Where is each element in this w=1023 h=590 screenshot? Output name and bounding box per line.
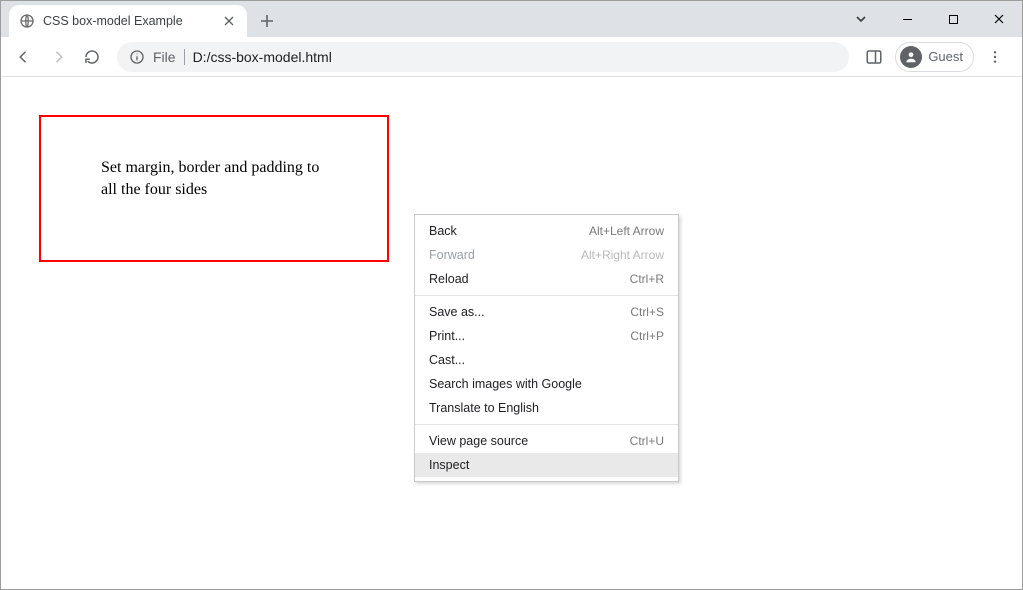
minimize-button[interactable] (884, 4, 930, 34)
ctx-forward[interactable]: Forward Alt+Right Arrow (415, 243, 678, 267)
side-panel-button[interactable] (857, 40, 891, 74)
ctx-label: Forward (429, 248, 475, 262)
ctx-label: Back (429, 224, 457, 238)
forward-button[interactable] (41, 40, 75, 74)
tab-strip: CSS box-model Example (1, 1, 1022, 37)
browser-tab[interactable]: CSS box-model Example (9, 5, 247, 37)
url-separator (184, 49, 185, 65)
ctx-save-as[interactable]: Save as... Ctrl+S (415, 300, 678, 324)
ctx-shortcut: Ctrl+P (630, 329, 664, 343)
tab-search-button[interactable] (838, 4, 884, 34)
ctx-separator (415, 295, 678, 296)
maximize-button[interactable] (930, 4, 976, 34)
ctx-shortcut: Alt+Right Arrow (581, 248, 664, 262)
ctx-view-source[interactable]: View page source Ctrl+U (415, 429, 678, 453)
window-controls (838, 1, 1022, 37)
ctx-inspect[interactable]: Inspect (415, 453, 678, 477)
demo-box: Set margin, border and padding to all th… (39, 115, 389, 262)
globe-icon (19, 13, 35, 29)
profile-label: Guest (928, 49, 963, 64)
close-window-button[interactable] (976, 4, 1022, 34)
ctx-shortcut: Ctrl+U (630, 434, 664, 448)
menu-button[interactable] (978, 40, 1012, 74)
ctx-label: Reload (429, 272, 469, 286)
new-tab-button[interactable] (253, 7, 281, 35)
ctx-search-images[interactable]: Search images with Google (415, 372, 678, 396)
context-menu: Back Alt+Left Arrow Forward Alt+Right Ar… (414, 214, 679, 482)
ctx-label: Save as... (429, 305, 485, 319)
ctx-print[interactable]: Print... Ctrl+P (415, 324, 678, 348)
toolbar: File D:/css-box-model.html Guest (1, 37, 1022, 77)
ctx-label: View page source (429, 434, 528, 448)
ctx-label: Search images with Google (429, 377, 582, 391)
ctx-translate[interactable]: Translate to English (415, 396, 678, 420)
back-button[interactable] (7, 40, 41, 74)
ctx-label: Cast... (429, 353, 465, 367)
reload-button[interactable] (75, 40, 109, 74)
ctx-shortcut: Alt+Left Arrow (589, 224, 664, 238)
address-bar[interactable]: File D:/css-box-model.html (117, 42, 849, 72)
avatar-icon (900, 46, 922, 68)
toolbar-right: Guest (857, 40, 1016, 74)
profile-chip[interactable]: Guest (895, 42, 974, 72)
url-path: D:/css-box-model.html (193, 49, 332, 65)
ctx-label: Translate to English (429, 401, 539, 415)
url-scheme: File (153, 49, 176, 65)
info-icon (129, 49, 145, 65)
tab-title: CSS box-model Example (43, 14, 221, 28)
ctx-label: Print... (429, 329, 465, 343)
ctx-shortcut: Ctrl+S (630, 305, 664, 319)
ctx-shortcut: Ctrl+R (630, 272, 664, 286)
ctx-reload[interactable]: Reload Ctrl+R (415, 267, 678, 291)
ctx-separator (415, 424, 678, 425)
demo-box-text: Set margin, border and padding to all th… (101, 159, 319, 198)
ctx-cast[interactable]: Cast... (415, 348, 678, 372)
close-tab-button[interactable] (221, 13, 237, 29)
ctx-label: Inspect (429, 458, 469, 472)
ctx-back[interactable]: Back Alt+Left Arrow (415, 219, 678, 243)
